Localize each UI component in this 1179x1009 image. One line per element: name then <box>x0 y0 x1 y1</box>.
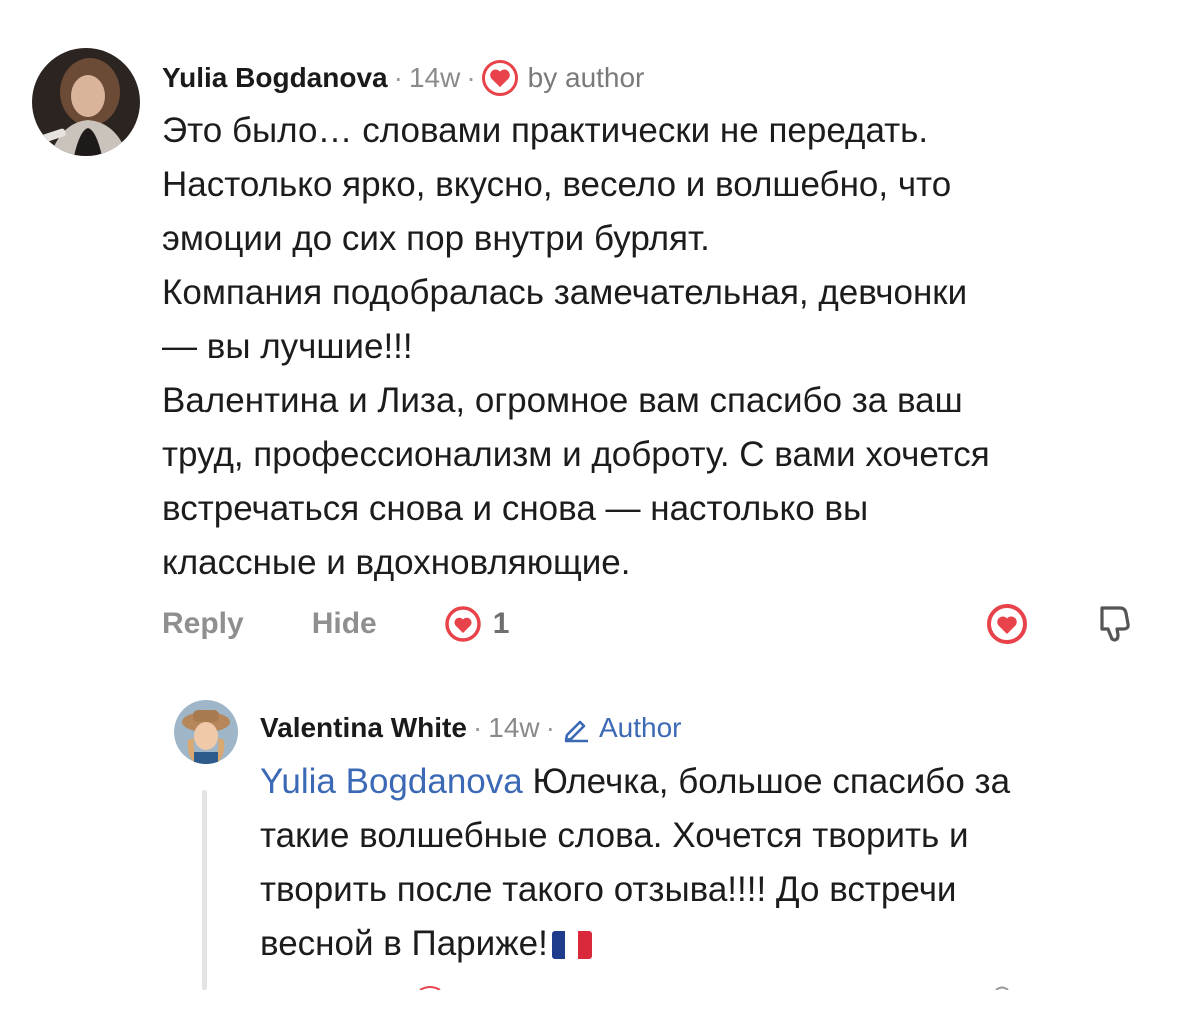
next-actions-cutoff <box>419 986 1009 990</box>
reply-line: творить после такого отзыва!!!! До встре… <box>260 870 957 909</box>
hide-button[interactable]: Hide <box>312 607 377 641</box>
heart-icon <box>443 606 483 642</box>
reply-line: весной в Париже! <box>260 917 1160 971</box>
reply-button[interactable]: Reply <box>162 607 244 641</box>
author-name[interactable]: Valentina White <box>260 712 467 744</box>
comment-line: труд, профессионализм и доброту. С вами … <box>162 435 990 474</box>
liked-by-author-label: by author <box>527 62 645 93</box>
separator: · <box>472 712 483 743</box>
separator: · <box>545 712 555 743</box>
timestamp[interactable]: 14w <box>488 712 539 744</box>
comment-line: Настолько ярко, вкусно, весело и волшебн… <box>162 165 952 204</box>
avatar[interactable] <box>32 48 140 156</box>
heart-filled-icon <box>481 60 518 96</box>
comment-line: Это было… словами практически не передат… <box>162 111 929 150</box>
mention-link[interactable]: Yulia Bogdanova <box>260 762 523 801</box>
like-button[interactable]: 1 <box>443 606 510 642</box>
pencil-icon <box>561 713 591 743</box>
thumbs-down-icon[interactable] <box>1092 600 1136 646</box>
like-count: 1 <box>492 607 510 640</box>
comment-line: Валентина и Лиза, огромное вам спасибо з… <box>162 381 963 420</box>
comment-actions: Reply Hide 1 <box>162 602 509 646</box>
reply-line: Yulia Bogdanova Юлечка, большое спасибо … <box>260 755 1160 809</box>
author-name[interactable]: Yulia Bogdanova <box>162 62 388 94</box>
comment-line: Компания подобралась замечательная, девч… <box>162 273 968 312</box>
reply-body: Yulia Bogdanova Юлечка, большое спасибо … <box>260 755 1160 971</box>
comment-meta: Yulia Bogdanova · 14w · by author <box>162 58 644 98</box>
separator: · <box>393 62 403 93</box>
timestamp[interactable]: 14w <box>409 62 460 94</box>
reply-text: Юлечка, большое спасибо за <box>522 762 1011 801</box>
reply-text: весной в Париже! <box>260 924 548 963</box>
thread-line <box>202 790 207 990</box>
author-label: Author <box>598 712 682 743</box>
comment-line: классные и вдохновляющие. <box>162 543 631 582</box>
comment-line: встречаться снова и снова — настолько вы <box>162 489 869 528</box>
heart-button-icon[interactable] <box>984 602 1030 646</box>
reply-meta: Valentina White · 14w · Author <box>260 708 681 748</box>
comment-line: эмоции до сих пор внутри бурлят. <box>162 219 710 258</box>
avatar[interactable] <box>174 700 238 764</box>
comment-line: — вы лучшие!!! <box>162 327 413 366</box>
comment-body: Это было… словами практически не передат… <box>162 104 1162 590</box>
separator: · <box>466 62 476 93</box>
france-flag-icon <box>551 931 592 959</box>
reply-line: такие волшебные слова. Хочется творить и <box>260 816 969 855</box>
author-badge: Author <box>561 712 682 744</box>
